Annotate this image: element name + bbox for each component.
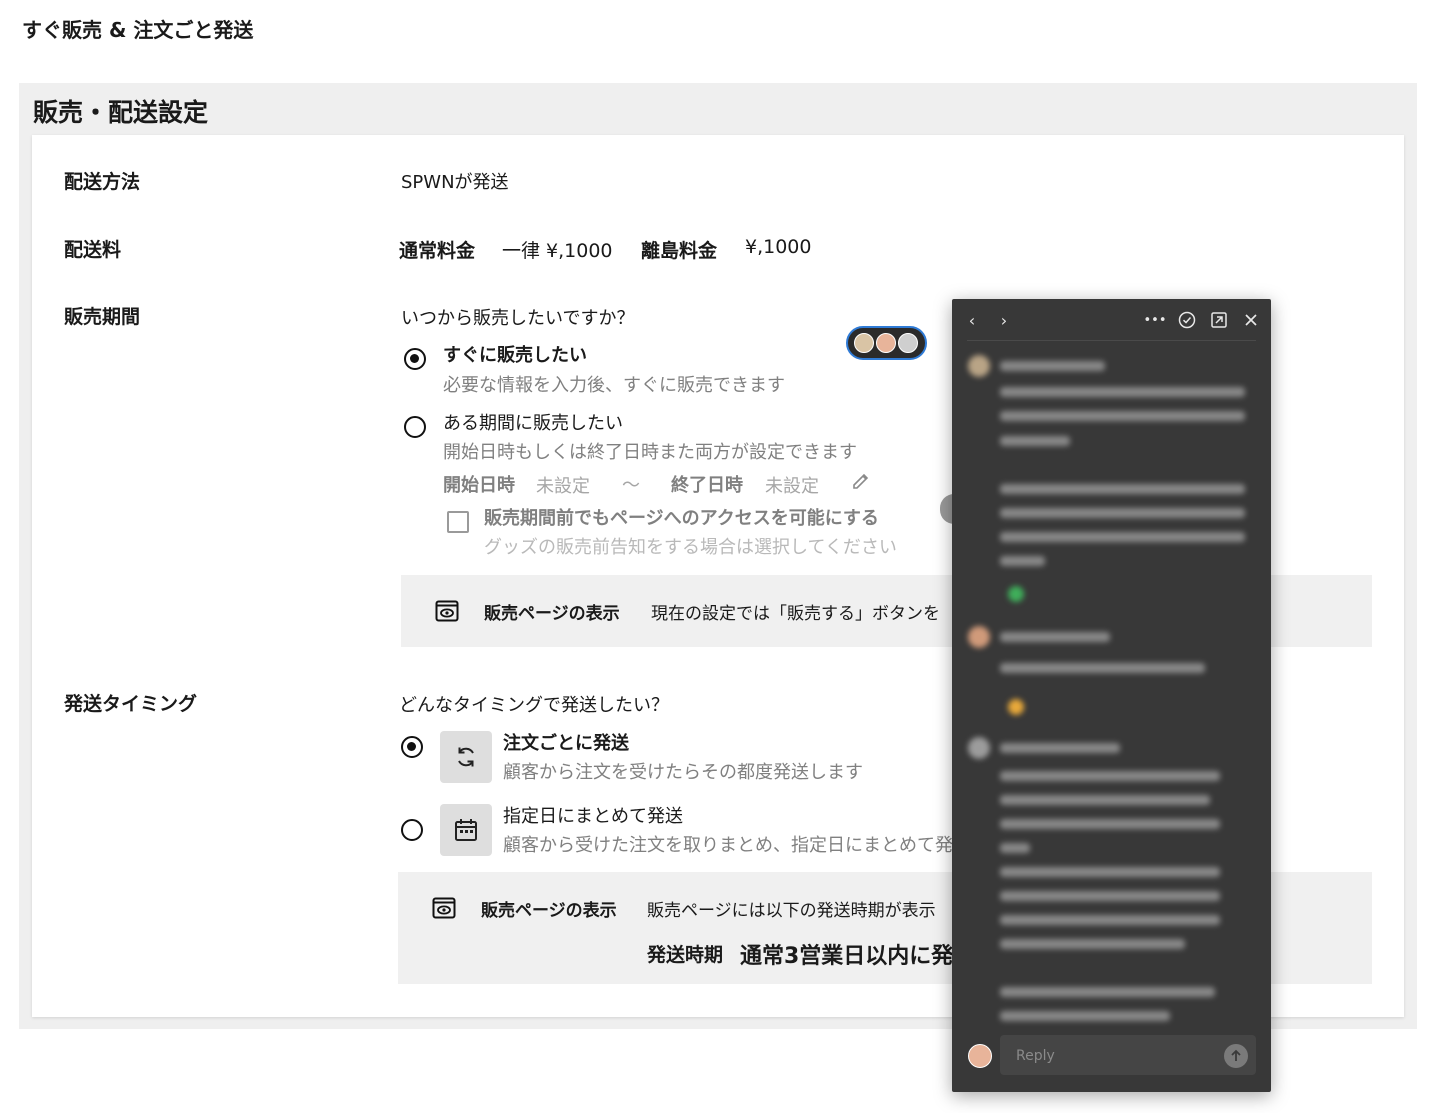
radio-sell-now[interactable] [404, 348, 426, 370]
page-title: すぐ販売 & 注文ごと発送 [22, 18, 254, 42]
eye-icon [431, 895, 457, 921]
shipping-fee-label: 配送料 [64, 239, 122, 261]
pre-access-checkbox[interactable] [447, 511, 469, 533]
ship-per-order-title: 注文ごとに発送 [503, 733, 629, 754]
sell-now-title: すぐに販売したい [443, 345, 587, 366]
radio-ship-per-order[interactable] [401, 736, 423, 758]
ship-per-order-desc: 顧客から注文を受けたらその都度発送します [503, 762, 863, 783]
avatar [968, 626, 990, 648]
chevron-right-icon[interactable]: › [993, 309, 1015, 331]
collaborator-avatars[interactable] [846, 326, 927, 360]
island-fee-label: 離島料金 [641, 240, 718, 262]
shipping-timing-label: 発送タイミング [64, 693, 198, 715]
pencil-icon[interactable] [850, 471, 872, 493]
radio-sell-period[interactable] [404, 416, 426, 438]
period-separator: 〜 [622, 475, 640, 496]
reply-field[interactable] [1000, 1035, 1256, 1075]
shipping-method-value: SPWNが発送 [401, 172, 509, 193]
shipping-timing-question: どんなタイミングで発送したい？ [399, 695, 669, 716]
ship-scheduled-desc: 顧客から受けた注文を取りまとめ、指定日にまとめて発 [503, 835, 953, 856]
normal-fee-label: 通常料金 [399, 240, 476, 262]
avatar [898, 333, 918, 353]
shipping-display-text: 販売ページには以下の発送時期が表示 [647, 901, 936, 921]
avatar [854, 333, 874, 353]
sell-period-title: ある期間に販売したい [443, 413, 623, 434]
popout-icon[interactable] [1208, 309, 1230, 331]
radio-ship-scheduled[interactable] [401, 819, 423, 841]
avatar [968, 1044, 992, 1068]
avatar [968, 355, 990, 377]
start-datetime-label: 開始日時 [443, 475, 515, 496]
shipping-display-title: 販売ページの表示 [481, 901, 617, 921]
pre-access-hint: グッズの販売前告知をする場合は選択してください [484, 537, 897, 558]
shipping-period-label: 発送時期 [647, 944, 724, 966]
normal-fee-value: 一律 ¥,1000 [502, 240, 613, 262]
ship-scheduled-title: 指定日にまとめて発送 [503, 806, 683, 827]
sync-icon [458, 747, 474, 767]
island-fee-value: ¥,1000 [745, 236, 812, 258]
resolve-check-icon[interactable] [1176, 309, 1198, 331]
end-datetime-label: 終了日時 [671, 475, 743, 496]
ship-scheduled-tile [440, 804, 492, 856]
sales-period-question: いつから販売したいですか？ [401, 308, 635, 329]
avatar [968, 737, 990, 759]
panel-divider [967, 340, 1256, 341]
shipping-period-value: 通常3営業日以内に発 [740, 944, 954, 969]
close-icon[interactable] [1240, 309, 1262, 331]
more-icon[interactable]: ••• [1144, 309, 1167, 331]
chevron-left-icon[interactable]: ‹ [961, 309, 983, 331]
avatar [876, 333, 896, 353]
reply-input[interactable] [1014, 1045, 1218, 1067]
end-datetime-value[interactable]: 未設定 [765, 472, 819, 498]
eye-icon [434, 598, 460, 624]
pre-access-label: 販売期間前でもページへのアクセスを可能にする [484, 508, 879, 529]
shipping-method-label: 配送方法 [64, 171, 141, 193]
comment-panel: ‹ › ••• [952, 299, 1271, 1092]
sales-period-label: 販売期間 [64, 306, 141, 328]
sell-period-desc: 開始日時もしくは終了日時また両方が設定できます [443, 442, 857, 463]
calendar-icon [455, 819, 477, 841]
section-title: 販売・配送設定 [33, 98, 209, 127]
sell-now-desc: 必要な情報を入力後、すぐに販売できます [443, 375, 785, 396]
display-box-title: 販売ページの表示 [484, 604, 620, 624]
display-box-text: 現在の設定では「販売する」ボタンを [651, 604, 940, 624]
start-datetime-value[interactable]: 未設定 [536, 472, 590, 498]
ship-per-order-tile [440, 731, 492, 783]
send-icon[interactable] [1224, 1044, 1248, 1068]
